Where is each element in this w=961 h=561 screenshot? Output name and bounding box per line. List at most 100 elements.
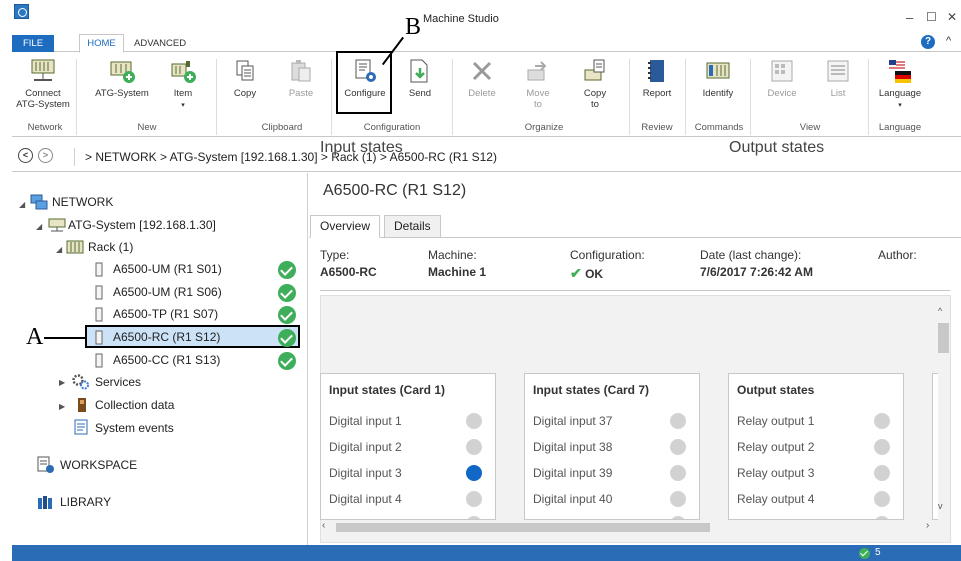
new-atg-system-button[interactable]: ATG-System — [92, 58, 152, 99]
send-icon — [407, 58, 433, 84]
group-new-label: New — [137, 122, 157, 133]
callout-a-line — [44, 337, 86, 339]
group-view-label: View — [799, 122, 821, 133]
callout-a-label: A — [26, 324, 44, 350]
tab-advanced[interactable]: ADVANCED — [134, 35, 186, 52]
module-icon — [95, 330, 103, 348]
module-icon — [95, 307, 103, 325]
tree-device-tp-s07[interactable]: A6500-TP (R1 S07) — [113, 307, 218, 321]
ok-check-icon — [278, 352, 296, 370]
expand-arrow-icon[interactable]: ▶ — [59, 402, 65, 411]
tab-overview[interactable]: Overview — [310, 215, 381, 238]
expand-arrow-icon[interactable]: ▶ — [59, 378, 65, 387]
library-icon — [37, 494, 55, 513]
forward-arrow-icon[interactable]: > — [38, 148, 53, 163]
tab-home[interactable]: HOME — [79, 34, 124, 53]
configuration-status: ✔ OK — [570, 265, 603, 282]
collapse-ribbon-icon[interactable]: ^ — [946, 35, 951, 47]
checkmark-icon: ✔ — [570, 265, 582, 281]
breadcrumb[interactable]: > NETWORK > ATG-System [192.168.1.30] > … — [74, 148, 961, 166]
back-arrow-icon[interactable]: < — [18, 148, 33, 163]
device-label: Device — [767, 88, 797, 99]
state-row-label: Digital input 2 — [329, 440, 402, 454]
list-view-icon — [825, 58, 851, 84]
tab-details[interactable]: Details — [384, 215, 441, 238]
language-button[interactable]: Language ▾ — [874, 58, 926, 111]
close-button[interactable]: ✕ — [947, 10, 957, 24]
state-row-label: Digital input 1 — [329, 414, 402, 428]
tree-collection-data[interactable]: Collection data — [95, 398, 174, 412]
date-label: Date (last change): — [700, 248, 802, 262]
copy-icon — [232, 58, 258, 84]
new-atg-system-icon — [109, 58, 135, 84]
atg-system-label: ATG-System — [95, 88, 149, 99]
tree-device-rc-s12[interactable]: A6500-RC (R1 S12) — [113, 330, 220, 344]
delete-icon — [469, 58, 495, 84]
vertical-scrollbar[interactable]: ^ v — [936, 298, 949, 522]
atg-system-icon — [48, 218, 66, 235]
help-icon[interactable]: ? — [921, 35, 935, 49]
app-logo-icon[interactable] — [14, 4, 29, 19]
collapse-arrow-icon[interactable]: ◢ — [56, 245, 62, 254]
collection-data-icon — [77, 397, 87, 416]
copy-label: Copy — [233, 88, 257, 99]
tree-device-um-s01[interactable]: A6500-UM (R1 S01) — [113, 262, 222, 276]
tree-device-cc-s13[interactable]: A6500-CC (R1 S13) — [113, 353, 220, 367]
scroll-down-icon[interactable]: v — [938, 501, 943, 511]
copy-to-icon — [582, 58, 608, 84]
scroll-right-icon[interactable]: › — [926, 520, 929, 531]
paste-button[interactable]: Paste — [280, 58, 322, 99]
callout-b-label: B — [405, 14, 422, 40]
tree-rack[interactable]: Rack (1) — [88, 240, 133, 254]
tree-workspace[interactable]: WORKSPACE — [60, 458, 137, 472]
input-states-card-7: Input states (Card 7) Digital input 37 D… — [524, 373, 700, 520]
tab-file[interactable]: FILE — [12, 35, 54, 52]
state-led-icon — [466, 465, 482, 481]
tree-atg-system[interactable]: ATG-System [192.168.1.30] — [68, 218, 216, 232]
device-view-button[interactable]: Device — [762, 58, 802, 99]
workspace-icon — [37, 456, 55, 477]
state-led-icon — [466, 491, 482, 507]
tree-system-events[interactable]: System events — [95, 421, 174, 435]
state-row-label: Relay output 2 — [737, 440, 815, 454]
state-led-icon — [670, 439, 686, 455]
input-states-card-1: Input states (Card 1) Digital input 1 Di… — [320, 373, 496, 520]
tree-services[interactable]: Services — [95, 375, 141, 389]
state-led-icon — [466, 413, 482, 429]
identify-button[interactable]: Identify — [696, 58, 740, 99]
ok-check-icon — [278, 284, 296, 302]
delete-button[interactable]: Delete — [462, 58, 502, 99]
collapse-arrow-icon[interactable]: ◢ — [19, 200, 25, 209]
report-label: Report — [642, 88, 672, 99]
state-row-label: Digital input 38 — [533, 440, 613, 454]
machine-value: Machine 1 — [428, 265, 487, 279]
tree-network-label[interactable]: NETWORK — [52, 195, 113, 209]
move-to-label: Move to — [526, 88, 550, 110]
paste-icon — [288, 58, 314, 84]
tree-library[interactable]: LIBRARY — [60, 495, 111, 509]
connect-atg-system-button[interactable]: Connect ATG-System — [15, 58, 71, 110]
horizontal-scrollbar[interactable]: ‹ › — [322, 520, 936, 534]
tree-device-um-s06[interactable]: A6500-UM (R1 S06) — [113, 285, 222, 299]
list-view-button[interactable]: List — [820, 58, 856, 99]
move-to-button[interactable]: Move to — [518, 58, 558, 110]
send-button[interactable]: Send — [400, 58, 440, 99]
maximize-button[interactable]: ☐ — [926, 10, 937, 24]
vertical-scroll-thumb[interactable] — [938, 323, 949, 353]
machine-label: Machine: — [428, 248, 477, 262]
copy-to-button[interactable]: Copy to — [575, 58, 615, 110]
scroll-up-icon[interactable]: ^ — [938, 306, 942, 316]
page-title: A6500-RC (R1 S12) — [323, 182, 467, 199]
report-button[interactable]: Report — [637, 58, 677, 99]
minimize-button[interactable]: – — [906, 10, 913, 25]
identify-label: Identify — [702, 88, 734, 99]
copy-button[interactable]: Copy — [224, 58, 266, 99]
status-count[interactable]: 5 — [875, 547, 881, 558]
send-label: Send — [408, 88, 432, 99]
group-organize-label: Organize — [524, 122, 564, 133]
scroll-left-icon[interactable]: ‹ — [322, 520, 325, 531]
collapse-arrow-icon[interactable]: ◢ — [36, 222, 42, 231]
new-item-icon — [170, 58, 196, 84]
horizontal-scroll-thumb[interactable] — [336, 523, 710, 532]
new-item-button[interactable]: Item ▾ — [160, 58, 206, 111]
